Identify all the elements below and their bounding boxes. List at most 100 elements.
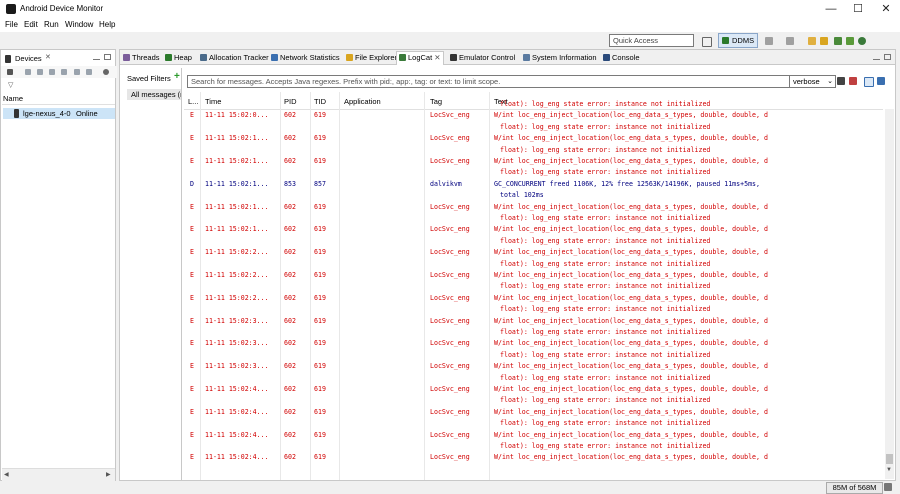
tab-label: Heap xyxy=(174,53,192,62)
ddms-icon xyxy=(722,37,729,44)
devices-horizontal-scrollbar[interactable]: ◀ ▶ xyxy=(2,468,115,481)
debug-icon[interactable] xyxy=(765,37,773,45)
log-row[interactable]: float): log_eng state error: instance no… xyxy=(184,146,883,157)
log-level-select[interactable]: verbose ⌄ xyxy=(789,75,836,88)
log-row[interactable]: E 11-11 15:02:3... 602 619 LocSvc_eng W/int l… xyxy=(184,317,883,328)
log-row[interactable]: E 11-11 15:02:1... 602 619 LocSvc_eng W/int l… xyxy=(184,134,883,145)
log-text-cell: W/int loc_eng_inject_location(loc_eng_da… xyxy=(494,293,768,302)
log-row[interactable]: float): log_eng state error: instance no… xyxy=(184,419,883,430)
log-pid-cell: 602 xyxy=(284,111,296,120)
menu-file[interactable]: File xyxy=(5,20,18,29)
update-threads-icon[interactable] xyxy=(61,69,67,75)
log-row[interactable]: E 11-11 15:02:2... 602 619 LocSvc_eng W/int l… xyxy=(184,271,883,282)
log-row[interactable]: E 11-11 15:02:4... 602 619 LocSvc_eng W/int l… xyxy=(184,453,883,464)
device-row[interactable]: lge-nexus_4-0 Online xyxy=(3,108,115,119)
save-icon[interactable] xyxy=(837,77,845,85)
minimize-view-icon[interactable] xyxy=(93,54,100,60)
maximize-view-icon[interactable] xyxy=(884,54,891,60)
tab-console[interactable]: Console xyxy=(603,52,640,63)
view-menu-chevron-icon[interactable]: ▽ xyxy=(8,81,13,89)
tab-network-statistics[interactable]: Network Statistics xyxy=(271,52,340,63)
log-row[interactable]: E 11-11 15:02:4... 602 619 LocSvc_eng W/int l… xyxy=(184,385,883,396)
scrollbar-thumb[interactable] xyxy=(886,454,893,464)
maximize-button[interactable]: ☐ xyxy=(845,2,871,16)
log-row[interactable]: float): log_eng state error: instance no… xyxy=(184,282,883,293)
menu-run[interactable]: Run xyxy=(44,20,59,29)
log-row[interactable]: float): log_eng state error: instance no… xyxy=(184,351,883,362)
quick-access-input[interactable]: Quick Access xyxy=(609,34,694,47)
logcat-search-input[interactable]: Search for messages. Accepts Java regexe… xyxy=(187,75,790,88)
clear-log-icon[interactable] xyxy=(849,77,857,85)
update-heap-icon[interactable] xyxy=(25,69,31,75)
log-row[interactable]: E 11-11 15:02:1... 602 619 LocSvc_eng W/int l… xyxy=(184,203,883,214)
log-row[interactable]: E 11-11 15:02:1... 602 619 LocSvc_eng W/int l… xyxy=(184,157,883,168)
log-text-cell: float): log_eng state error: instance no… xyxy=(500,145,711,154)
cause-gc-icon[interactable] xyxy=(49,69,55,75)
log-row[interactable]: total 102ms xyxy=(184,191,883,202)
network-icon xyxy=(271,54,278,61)
devices-tab[interactable]: Devices xyxy=(15,54,42,63)
close-button[interactable]: ✕ xyxy=(873,2,899,16)
avd-manager-icon[interactable] xyxy=(846,37,854,45)
hierarchy-icon[interactable] xyxy=(808,37,816,45)
log-row[interactable]: float): log_eng state error: instance no… xyxy=(184,123,883,134)
log-row[interactable]: E 11-11 15:02:2... 602 619 LocSvc_eng W/int l… xyxy=(184,248,883,259)
log-row[interactable]: float): log_eng state error: instance no… xyxy=(184,328,883,339)
ddms-perspective-button[interactable]: DDMS xyxy=(718,33,758,48)
log-text-cell: W/int loc_eng_inject_location(loc_eng_da… xyxy=(494,385,768,393)
log-row[interactable]: float): log_eng state error: instance no… xyxy=(184,374,883,385)
menu-help[interactable]: Help xyxy=(99,20,115,29)
run-icon[interactable] xyxy=(786,37,794,45)
scroll-down-icon[interactable]: ▼ xyxy=(886,467,892,473)
tab-allocation-tracker[interactable]: Allocation Tracker xyxy=(200,52,269,63)
tab-emulator-control[interactable]: Emulator Control xyxy=(450,52,515,63)
android-icon[interactable] xyxy=(858,37,866,45)
minimize-button[interactable]: — xyxy=(818,2,844,16)
log-row[interactable]: float): log_eng state error: instance no… xyxy=(184,100,883,111)
log-row[interactable]: E 11-11 15:02:3... 602 619 LocSvc_eng W/int l… xyxy=(184,339,883,350)
log-row[interactable]: float): log_eng state error: instance no… xyxy=(184,442,883,453)
log-row[interactable]: float): log_eng state error: instance no… xyxy=(184,260,883,271)
log-row[interactable]: E 11-11 15:02:1... 602 619 LocSvc_eng W/int l… xyxy=(184,225,883,236)
trash-icon[interactable] xyxy=(884,483,892,491)
log-level-cell: E xyxy=(190,293,194,302)
maximize-view-icon[interactable] xyxy=(104,54,111,60)
scroll-right-icon[interactable]: ▶ xyxy=(106,471,111,478)
log-text-cell: float): log_eng state error: instance no… xyxy=(500,100,711,108)
log-row[interactable]: D 11-11 15:02:1... 853 857 dalvikvm GC_CONCUR… xyxy=(184,180,883,191)
tab-logcat[interactable]: LogCat ✕ xyxy=(396,51,444,65)
menu-edit[interactable]: Edit xyxy=(24,20,38,29)
screen-capture-icon[interactable] xyxy=(103,69,109,75)
debug-process-icon[interactable] xyxy=(7,69,13,75)
menu-window[interactable]: Window xyxy=(65,20,93,29)
log-row[interactable]: E 11-11 15:02:2... 602 619 LocSvc_eng W/int l… xyxy=(184,294,883,305)
scroll-left-icon[interactable]: ◀ xyxy=(4,471,9,478)
tab-file-explorer[interactable]: File Explorer xyxy=(346,52,397,63)
tab-heap[interactable]: Heap xyxy=(165,52,192,63)
sdk-manager-icon[interactable] xyxy=(834,37,842,45)
minimize-view-icon[interactable] xyxy=(873,54,880,60)
close-icon[interactable]: ✕ xyxy=(434,53,440,62)
filter-item[interactable]: All messages (no filters) xyxy=(127,89,181,100)
log-row[interactable]: float): log_eng state error: instance no… xyxy=(184,305,883,316)
method-profiling-icon[interactable] xyxy=(74,69,80,75)
tab-threads[interactable]: Threads xyxy=(123,52,160,63)
log-row[interactable]: float): log_eng state error: instance no… xyxy=(184,168,883,179)
log-row[interactable]: E 11-11 15:02:3... 602 619 LocSvc_eng W/int l… xyxy=(184,362,883,373)
open-perspective-icon[interactable] xyxy=(702,37,712,47)
log-row[interactable]: E 11-11 15:02:4... 602 619 LocSvc_eng W/int l… xyxy=(184,431,883,442)
stop-process-icon[interactable] xyxy=(86,69,92,75)
dump-hprof-icon[interactable] xyxy=(37,69,43,75)
scroll-lock-icon[interactable] xyxy=(877,77,885,85)
add-filter-icon[interactable]: + xyxy=(174,72,180,82)
log-row[interactable]: float): log_eng state error: instance no… xyxy=(184,214,883,225)
log-row[interactable]: E 11-11 15:02:0... 602 619 LocSvc_eng W/int l… xyxy=(184,111,883,122)
close-icon[interactable]: ✕ xyxy=(45,53,51,61)
log-vertical-scrollbar[interactable]: ▼ xyxy=(885,109,894,479)
open-folder-icon[interactable] xyxy=(820,37,828,45)
log-row[interactable]: float): log_eng state error: instance no… xyxy=(184,396,883,407)
log-row[interactable]: float): log_eng state error: instance no… xyxy=(184,237,883,248)
log-row[interactable]: E 11-11 15:02:4... 602 619 LocSvc_eng W/int l… xyxy=(184,408,883,419)
toggle-filters-icon[interactable] xyxy=(864,77,874,87)
tab-system-information[interactable]: System Information xyxy=(523,52,597,63)
